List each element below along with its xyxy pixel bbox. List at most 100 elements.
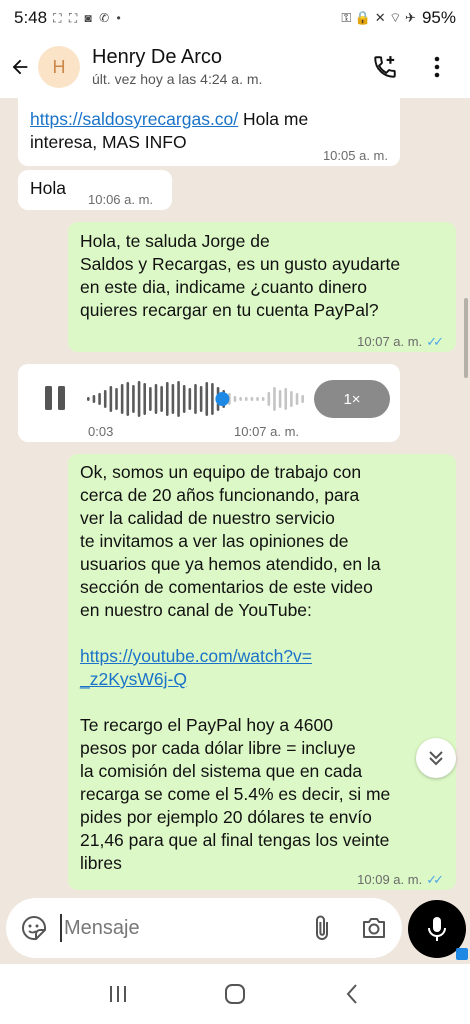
waveform-bar [261, 397, 265, 401]
message-text-line: ver la calidad de nuestro servicio [80, 508, 335, 528]
waveform-bar [273, 387, 276, 411]
playback-speed-label: 1× [343, 390, 361, 408]
message-text-line: Te recargo el PayPal hoy a 4600 [80, 715, 333, 735]
waveform-bar [278, 390, 282, 408]
back-nav-button[interactable] [332, 974, 372, 1014]
message-text: https://saldosyrecargas.co/ Hola me [30, 109, 309, 129]
avatar[interactable]: H [38, 46, 80, 88]
message-time: 10:06 a. m. [88, 192, 154, 207]
waveform-bar [250, 397, 254, 401]
status-bar: 5:48 ⛶ ⛶ ◙ ✆ • ⚿ 🔒 ✕ ⌔ ✈ 95% [0, 0, 470, 36]
waveform-bar [188, 388, 192, 410]
message-text-line: recarga se come el 5.4% es decir, si me [80, 784, 391, 804]
microphone-icon [428, 917, 446, 941]
message-time: 10:07 a. m. ✓✓ [357, 334, 444, 349]
waveform-bar [132, 385, 135, 413]
camera-button[interactable] [360, 914, 388, 942]
chat-header: H Henry De Arco últ. vez hoy a las 4:24 … [0, 36, 470, 98]
battery-level: 95% [421, 8, 456, 27]
last-seen: últ. vez hoy a las 4:24 a. m. [92, 71, 263, 87]
scroll-to-bottom-button[interactable] [416, 738, 456, 778]
chevron-left-icon [346, 984, 357, 1004]
recents-icon [110, 986, 127, 1002]
paperclip-icon [316, 915, 328, 940]
more-vertical-icon [434, 56, 440, 78]
message-text-line: la comisión del sistema que en cada [80, 761, 363, 781]
playback-speed-button[interactable]: 1× [314, 380, 390, 418]
waveform-bar [244, 397, 248, 401]
sticker-button[interactable] [20, 914, 48, 942]
camera-icon [363, 918, 385, 938]
waveform-bar [177, 381, 180, 417]
back-button[interactable] [2, 36, 38, 98]
message-link[interactable]: https://saldosyrecargas.co/ [30, 109, 238, 129]
message-outgoing[interactable]: Hola, te saluda Jorge de Saldos y Recarg… [68, 222, 456, 352]
waveform-bar [301, 395, 304, 403]
recent-apps-button[interactable] [98, 974, 138, 1014]
message-text-line: pesos por cada dólar libre = incluye [80, 738, 356, 758]
waveform-bar [137, 381, 141, 417]
waveform-bar [182, 385, 186, 413]
lock-badge-icon [456, 948, 468, 960]
message-text-line: cerca de 20 años funcionando, para [80, 485, 360, 505]
phone-plus-icon [374, 56, 396, 78]
waveform-bar [267, 392, 271, 406]
message-input[interactable]: Mensaje [60, 914, 308, 942]
read-ticks-icon: ✓✓ [426, 872, 444, 887]
message-incoming[interactable]: Hola 10:06 a. m. [18, 170, 172, 210]
read-ticks-icon: ✓✓ [426, 334, 444, 349]
youtube-link[interactable]: https://youtube.com/watch?v= [80, 646, 312, 666]
status-time: 5:48 [14, 8, 48, 27]
message-text-line: pides por ejemplo 20 dólares te envío [80, 807, 372, 827]
message-text-line: te invitamos a ver las opiniones de [80, 531, 349, 551]
message-time: 10:09 a. m. ✓✓ [357, 872, 444, 887]
waveform-bar [154, 384, 158, 414]
waveform-bar [103, 390, 107, 408]
message-text-line: quieres recargar en tu cuenta PayPal? [80, 300, 379, 320]
waveform-bar [239, 397, 242, 401]
message-time: 10:05 a. m. [322, 148, 388, 163]
waveform-bar [143, 383, 147, 415]
waveform-bar [115, 388, 118, 410]
sticker-icon [22, 915, 46, 940]
message-incoming[interactable]: https://saldosyrecargas.co/ Hola me inte… [18, 98, 400, 166]
waveform-bar [98, 393, 101, 405]
system-status-icons: ⚿ 🔒 ✕ ⌔ ✈ [341, 10, 416, 25]
waveform-bar [87, 397, 90, 401]
message-text-line: en nuestro canal de YouTube: [80, 600, 312, 620]
pause-button[interactable] [42, 384, 68, 412]
waveform-bar [92, 395, 96, 403]
add-call-button[interactable] [370, 52, 400, 82]
attach-button[interactable] [308, 914, 336, 942]
contact-name: Henry De Arco [92, 46, 223, 68]
message-text-line: Ok, somos un equipo de trabajo con [80, 462, 362, 482]
message-text-line: en este dia, indicame ¿cuanto dinero [80, 277, 367, 297]
chat-area[interactable]: https://saldosyrecargas.co/ Hola me inte… [0, 98, 470, 898]
youtube-link-continued[interactable]: _z2KysW6j-Q [80, 669, 187, 689]
waveform-bar [284, 388, 288, 410]
waveform-bar [120, 384, 124, 414]
message-outgoing[interactable]: Ok, somos un equipo de trabajo con cerca… [68, 454, 456, 890]
notification-icons: ⛶ ⛶ ◙ ✆ • [53, 10, 123, 25]
waveform-bar [126, 382, 130, 416]
scrollbar[interactable] [464, 298, 468, 378]
waveform-bar [211, 383, 214, 415]
waveform-bar [160, 386, 163, 412]
more-options-button[interactable] [422, 52, 452, 82]
contact-info[interactable]: Henry De Arco últ. vez hoy a las 4:24 a.… [92, 45, 262, 89]
waveform-bar [171, 384, 175, 414]
waveform-bar [109, 386, 113, 412]
voice-waveform[interactable] [86, 379, 306, 419]
system-navigation-bar [0, 964, 470, 1024]
home-button[interactable] [215, 974, 255, 1014]
voice-message[interactable]: 0:03 10:07 a. m. 1× [18, 364, 400, 442]
message-time: 10:07 a. m. [234, 424, 300, 439]
waveform-bar [149, 387, 152, 411]
playback-position-handle[interactable] [215, 392, 230, 406]
message-text-line: Hola, te saluda Jorge de [80, 231, 270, 251]
message-text-line: usuarios que ya hemos atendido, en la [80, 554, 381, 574]
message-text-line: 21,46 para que al final tengas los veint… [80, 830, 390, 850]
double-chevron-down-icon [429, 751, 443, 766]
message-input-bar: Mensaje [6, 898, 402, 958]
waveform-bar [194, 384, 197, 414]
